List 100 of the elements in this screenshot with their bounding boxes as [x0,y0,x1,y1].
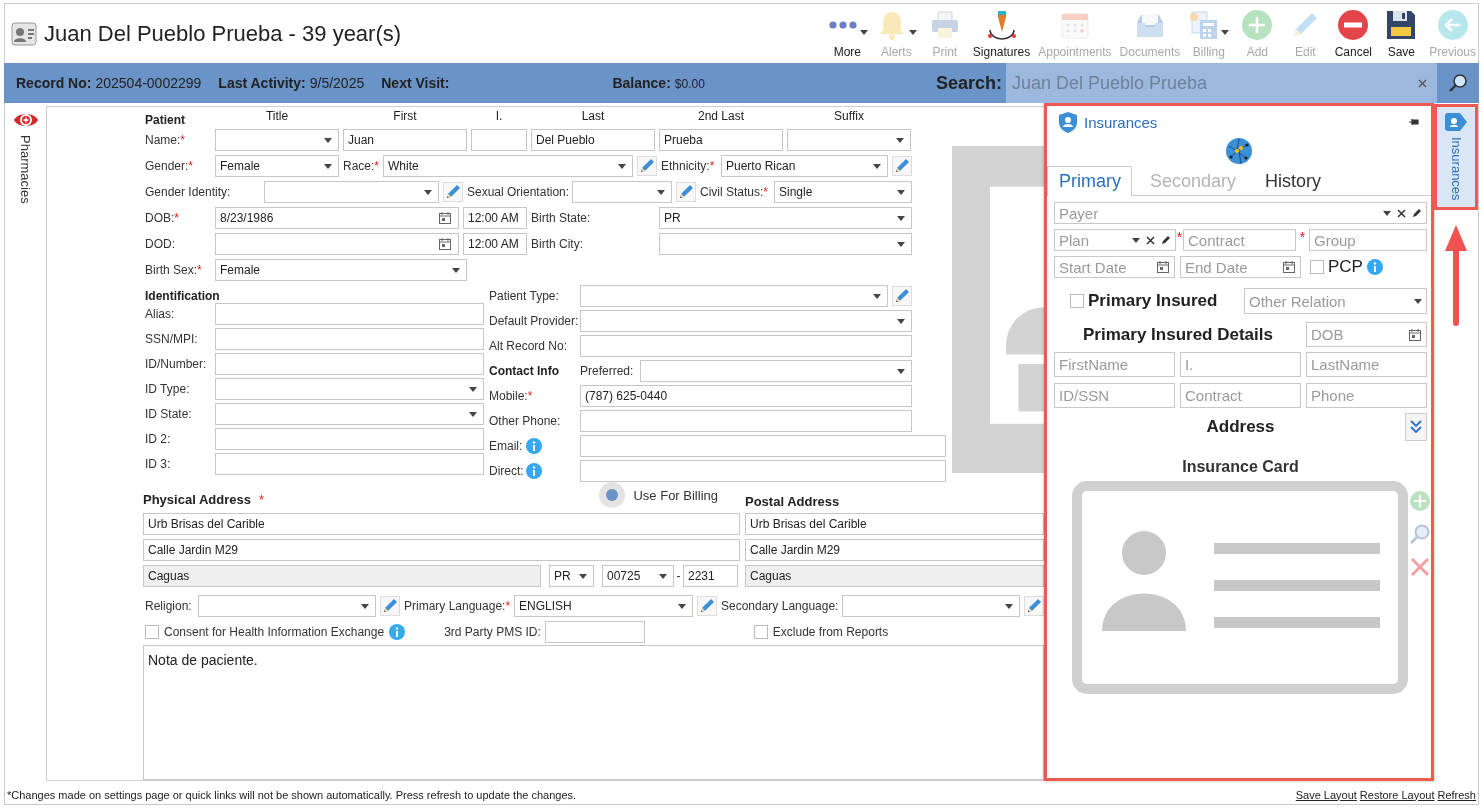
dropdown[interactable]: Female [215,155,339,177]
text-field[interactable]: Contract [1180,383,1301,408]
edit-button[interactable] [1024,596,1044,616]
date-field[interactable] [215,233,459,255]
notes-field[interactable]: Nota de paciente. [143,645,1044,780]
pencil-icon[interactable] [1412,208,1422,218]
edit-button[interactable] [676,182,696,202]
text-field[interactable]: (787) 625-0440 [580,385,912,407]
delete-icon[interactable] [1410,557,1430,577]
magnifier-icon[interactable] [1410,524,1430,544]
dropdown[interactable] [640,360,912,382]
dropdown[interactable]: 00725 [602,565,674,587]
footer-link[interactable]: Restore Layout [1359,788,1435,801]
checkbox[interactable] [753,625,768,639]
text-field[interactable]: I. [1180,352,1301,377]
tab[interactable]: History [1253,166,1333,196]
checkbox[interactable] [145,625,159,639]
dropdown[interactable]: PR [549,565,594,587]
section-heading: Insurance Card [1181,458,1300,476]
edit-button[interactable] [892,286,912,306]
text-field[interactable]: Phone [1306,383,1427,408]
text-field[interactable] [215,303,484,325]
caret-icon [1414,298,1422,304]
text-field[interactable] [215,353,484,375]
edit-button[interactable] [380,596,400,616]
text-field[interactable] [580,335,912,357]
text-field[interactable] [471,129,527,151]
dropdown[interactable] [580,310,912,332]
text-field[interactable] [215,428,484,450]
dropdown[interactable] [842,595,1020,617]
text-field[interactable] [580,410,912,432]
dropdown[interactable] [787,129,911,151]
dropdown[interactable] [198,595,376,617]
dropdown[interactable] [572,181,672,203]
dropdown[interactable]: Plan [1054,229,1176,251]
text-field[interactable]: Prueba [659,129,783,151]
dropdown[interactable]: Puerto Rican [721,155,888,177]
clear-icon[interactable] [1397,208,1406,218]
text-field[interactable]: Calle Jardin M29 [143,539,740,561]
checkbox[interactable] [1310,260,1324,274]
cancel-button[interactable]: Cancel [1331,5,1376,63]
date-field[interactable]: End Date [1180,256,1301,278]
text-field[interactable]: Urb Brisas del Carible [745,513,1044,535]
dropdown[interactable] [215,403,484,425]
pin-button[interactable] [1407,116,1421,128]
text-field[interactable] [215,328,484,350]
text-field[interactable]: Del Pueblo [531,129,655,151]
time-field[interactable]: 12:00 AM [463,233,527,255]
pencil-icon[interactable] [1161,235,1171,245]
search-field[interactable]: Juan Del Pueblo Prueba [1006,63,1437,103]
dropdown[interactable]: Payer [1054,202,1427,224]
clear-icon[interactable] [1146,235,1155,245]
text-field[interactable]: Urb Brisas del Carible [143,513,740,535]
add-icon[interactable] [1410,491,1430,511]
text-field[interactable] [215,453,484,475]
edit-button[interactable] [443,182,463,202]
dropdown[interactable]: White [383,155,633,177]
text-field[interactable] [580,460,946,482]
text-field[interactable]: Group [1309,229,1427,251]
text-field[interactable]: Contract [1183,229,1296,251]
text-field[interactable]: ID/SSN [1054,383,1175,408]
info-icon [1366,259,1383,275]
tab[interactable]: Primary [1047,166,1132,196]
footer-link[interactable]: Refresh [1437,788,1476,801]
checkbox[interactable] [1070,294,1084,308]
text-field[interactable]: 2231 [683,565,738,587]
time-field[interactable]: 12:00 AM [463,207,527,229]
dropdown[interactable]: Single [774,181,912,203]
clear-button[interactable] [1416,77,1429,90]
dropdown[interactable] [659,233,912,255]
date-field[interactable]: DOB [1306,322,1427,347]
edit-button[interactable] [892,156,912,176]
dropdown[interactable] [580,285,888,307]
dropdown[interactable]: Female [215,259,467,281]
dropdown[interactable]: PR [659,207,912,229]
date-field[interactable]: Start Date [1054,256,1175,278]
date-field[interactable]: 8/23/1986 [215,207,459,229]
signatures-button[interactable]: Signatures [970,5,1033,63]
side-tab[interactable]: Insurances [1435,105,1477,209]
text-field[interactable] [580,435,946,457]
text-field[interactable]: FirstName [1054,352,1175,377]
dropdown[interactable] [215,129,339,151]
dropdown[interactable]: ENGLISH [514,595,693,617]
more-button[interactable]: More [824,5,870,63]
text-field[interactable]: Juan [343,129,467,151]
save-button[interactable]: Save [1379,5,1424,63]
double-chevron-icon [1410,420,1422,434]
text-field[interactable] [544,621,645,643]
radio-button[interactable] [599,482,626,508]
dropdown[interactable] [264,181,439,203]
edit-button[interactable] [637,156,657,176]
dropdown[interactable]: Other Relation [1244,288,1427,314]
dropdown[interactable] [215,378,484,400]
side-tab[interactable]: Pharmacies [8,103,43,212]
caret-icon [452,267,460,273]
text-field[interactable]: Calle Jardin M29 [745,539,1044,561]
expand-button[interactable] [1405,413,1427,441]
edit-button[interactable] [697,596,717,616]
text-field[interactable]: LastName [1306,352,1427,377]
footer-link[interactable]: Save Layout [1295,788,1357,801]
